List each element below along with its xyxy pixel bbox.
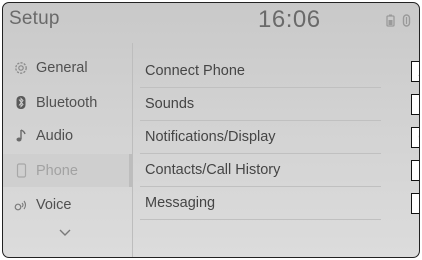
sidebar-item-phone[interactable]: Phone	[3, 154, 132, 187]
gear-icon	[10, 60, 32, 76]
voice-icon	[10, 197, 32, 212]
menu-item-label: Connect Phone	[145, 63, 245, 79]
menu-item-connect-phone[interactable]: Connect Phone A	[134, 55, 419, 88]
menu-item-notifications-display[interactable]: Notifications/Display C	[134, 121, 419, 154]
clock: 16:06	[258, 6, 321, 33]
sidebar-item-label: Audio	[36, 127, 74, 144]
music-note-icon	[10, 128, 32, 143]
divider	[140, 219, 381, 220]
sidebar: General Bluetooth Audio Phone Voice	[3, 43, 133, 257]
callout-badge: E	[411, 193, 419, 214]
page-title: Setup	[9, 8, 60, 29]
menu-item-sounds[interactable]: Sounds B	[134, 88, 419, 121]
sidebar-item-label: Bluetooth	[36, 94, 98, 111]
setup-screen: Setup 16:06 General Bluetooth Audio Phon…	[2, 2, 420, 258]
header-bar: Setup 16:06	[3, 3, 419, 41]
menu-item-contacts-call-history[interactable]: Contacts/Call History D	[134, 154, 419, 187]
sidebar-item-label: Voice	[36, 196, 72, 213]
chevron-down-icon[interactable]	[58, 228, 72, 237]
callout-badge: C	[411, 127, 419, 148]
sidebar-item-general[interactable]: General	[3, 51, 129, 84]
status-area	[386, 14, 411, 27]
bluetooth-icon	[10, 95, 32, 110]
sidebar-item-audio[interactable]: Audio	[3, 119, 129, 152]
phone-icon	[10, 163, 32, 178]
menu-item-messaging[interactable]: Messaging E	[134, 187, 419, 220]
callout-badge: A	[411, 61, 419, 82]
signal-icon	[402, 14, 411, 27]
sidebar-item-voice[interactable]: Voice	[3, 188, 129, 221]
menu-item-label: Notifications/Display	[145, 129, 276, 145]
sidebar-item-label: Phone	[36, 162, 78, 179]
callout-badge: B	[411, 94, 419, 115]
menu-item-label: Messaging	[145, 195, 216, 211]
sidebar-item-bluetooth[interactable]: Bluetooth	[3, 86, 129, 119]
sidebar-item-label: General	[36, 59, 88, 76]
callout-badge: D	[411, 160, 419, 181]
phone-battery-icon	[386, 14, 395, 27]
menu-item-label: Contacts/Call History	[145, 162, 281, 178]
sidebar-divider	[132, 43, 133, 257]
menu-item-label: Sounds	[145, 96, 195, 112]
